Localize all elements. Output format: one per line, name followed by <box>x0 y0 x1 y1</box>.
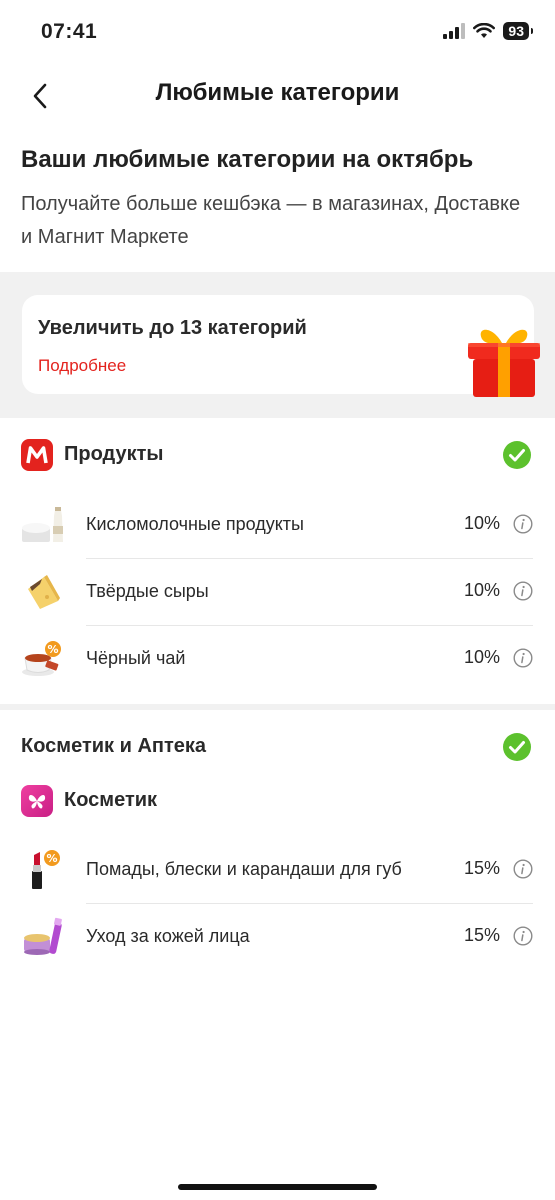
magnit-cosmetic-logo-icon <box>21 785 53 817</box>
check-icon <box>503 733 531 761</box>
magnit-logo-icon <box>21 439 53 471</box>
dairy-icon <box>22 507 63 542</box>
cashback-percent: 15% <box>463 858 500 878</box>
status-indicators: 93 <box>443 22 533 40</box>
cashback-percent: 10% <box>463 580 500 600</box>
status-bar: 07:41 93 <box>0 0 555 66</box>
svg-text:%: % <box>47 643 58 656</box>
category-row[interactable]: Кисломолочные продукты 10% <box>0 492 555 558</box>
face-cream-icon <box>24 917 62 955</box>
gift-icon <box>468 329 540 397</box>
info-icon[interactable] <box>513 859 533 879</box>
lipstick-icon: % <box>32 850 60 889</box>
tea-cup-icon: % <box>22 641 61 676</box>
category-label: Чёрный чай <box>86 648 186 668</box>
wifi-icon <box>473 23 496 38</box>
section-separator <box>0 704 555 710</box>
category-label: Помады, блески и карандаши для губ <box>86 859 402 879</box>
svg-text:%: % <box>46 852 57 865</box>
promo-title: Увеличить до 13 категорий <box>38 317 307 339</box>
category-row[interactable]: % Чёрный чай 10% <box>0 626 555 692</box>
subgroup-title-cosmetic: Косметик <box>64 789 158 811</box>
nav-header: Любимые категории <box>0 66 555 122</box>
page-title: Любимые категории <box>155 79 400 106</box>
category-label: Уход за кожей лица <box>86 926 250 946</box>
section-title-products: Продукты <box>64 443 164 465</box>
check-icon <box>503 441 531 469</box>
info-icon[interactable] <box>513 581 533 601</box>
promo-band: Увеличить до 13 категорий Подробнее <box>0 272 555 418</box>
category-label: Кисломолочные продукты <box>86 514 304 534</box>
cashback-percent: 10% <box>463 513 500 533</box>
more-details-link[interactable]: Подробнее <box>38 356 126 376</box>
home-indicator[interactable] <box>178 1184 377 1190</box>
category-label: Твёрдые сыры <box>86 581 209 601</box>
info-icon[interactable] <box>513 926 533 946</box>
section-title-cosmetics-pharmacy: Косметик и Аптека <box>21 735 207 757</box>
cashback-percent: 10% <box>463 647 500 667</box>
cheese-icon <box>28 575 60 609</box>
intro-subtitle: Получайте больше кешбэка — в магазинах, … <box>21 193 521 248</box>
intro-title: Ваши любимые категории на октябрь <box>21 146 474 173</box>
category-row[interactable]: % Помады, блески и карандаши для губ 15% <box>0 837 555 903</box>
battery-indicator: 93 <box>503 22 533 40</box>
cellular-signal-icon <box>443 23 466 39</box>
increase-categories-card[interactable]: Увеличить до 13 категорий Подробнее <box>22 295 540 397</box>
info-icon[interactable] <box>513 648 533 668</box>
category-row[interactable]: Твёрдые сыры 10% <box>0 559 555 625</box>
category-row[interactable]: Уход за кожей лица 15% <box>0 904 555 970</box>
cashback-percent: 15% <box>463 925 500 945</box>
info-icon[interactable] <box>513 514 533 534</box>
status-time: 07:41 <box>41 20 98 43</box>
